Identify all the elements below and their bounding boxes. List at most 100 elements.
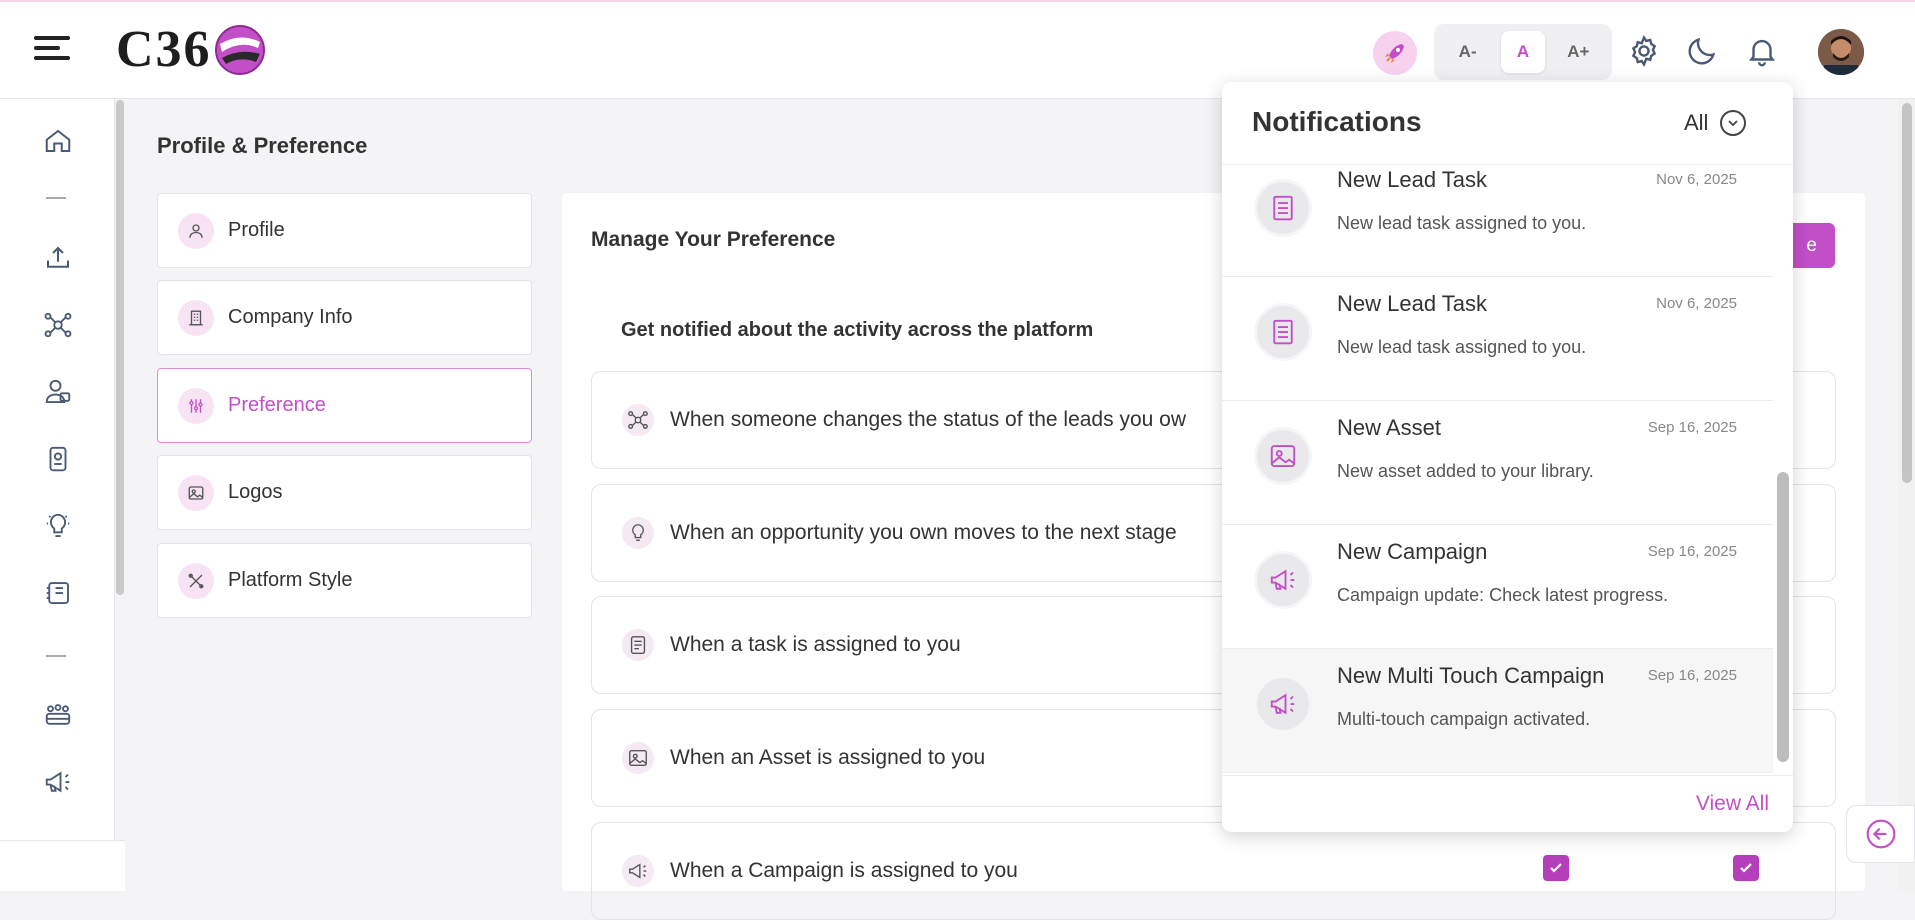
- bulb-icon: [46, 513, 70, 537]
- menu-company-info-label: Company Info: [228, 306, 353, 328]
- nav-home[interactable]: [38, 121, 78, 161]
- notification-item[interactable]: New Asset Sep 16, 2025 New asset added t…: [1222, 401, 1773, 525]
- app-logo[interactable]: C36: [116, 20, 266, 79]
- notification-title: New Campaign: [1337, 539, 1488, 564]
- page-scrollbar-thumb[interactable]: [1902, 103, 1912, 483]
- avatar-image: [1818, 29, 1864, 75]
- image-icon: [178, 474, 214, 511]
- menu-preference[interactable]: Preference: [157, 368, 532, 443]
- nav-divider: [46, 197, 66, 199]
- menu-preference-label: Preference: [228, 394, 326, 416]
- notification-item[interactable]: New Lead Task Nov 6, 2025 New lead task …: [1222, 277, 1773, 401]
- notification-body: New asset added to your library.: [1337, 461, 1594, 481]
- arrow-left-circle-icon: [1866, 819, 1895, 849]
- notifications-title: Notifications: [1252, 106, 1422, 137]
- notification-body: New lead task assigned to you.: [1337, 213, 1587, 233]
- pref-label: When an opportunity you own moves to the…: [670, 521, 1177, 544]
- menu-company-info[interactable]: Company Info: [157, 280, 532, 355]
- image-icon: [622, 742, 654, 774]
- rocket-icon: [1385, 44, 1404, 63]
- tools-icon: [178, 562, 214, 599]
- email-checkbox[interactable]: [1543, 855, 1569, 881]
- nav-ideas[interactable]: [38, 506, 78, 546]
- notification-date: Nov 6, 2025: [1656, 295, 1737, 312]
- notifications-header: Notifications All: [1222, 82, 1793, 165]
- bell-icon[interactable]: [1745, 34, 1779, 68]
- nav-contacts[interactable]: [38, 372, 78, 412]
- pref-label: When a task is assigned to you: [670, 633, 961, 656]
- menu-profile[interactable]: Profile: [157, 193, 532, 268]
- menu-platform-style-label: Platform Style: [228, 569, 353, 591]
- document-icon: [1254, 303, 1312, 361]
- building-icon: [178, 299, 214, 336]
- notifications-footer: View All: [1222, 775, 1793, 832]
- nav-library[interactable]: [38, 573, 78, 613]
- notification-title: New Multi Touch Campaign: [1337, 663, 1605, 688]
- sidebar-footer: [0, 840, 125, 891]
- notification-item[interactable]: New Multi Touch Campaign Sep 16, 2025 Mu…: [1222, 649, 1773, 773]
- notification-body: Multi-touch campaign activated.: [1337, 709, 1591, 729]
- user-avatar[interactable]: [1818, 29, 1864, 75]
- notifications-list: New Lead Task Nov 6, 2025 New lead task …: [1222, 165, 1773, 775]
- notification-body: Campaign update: Check latest progress.: [1337, 585, 1669, 605]
- bulb-icon: [622, 517, 654, 549]
- notification-title: New Lead Task: [1337, 291, 1488, 316]
- nav-team[interactable]: [38, 695, 78, 735]
- filter-label: All: [1684, 110, 1709, 135]
- network-icon: [44, 312, 72, 338]
- menu-logos[interactable]: Logos: [157, 455, 532, 530]
- rocket-button[interactable]: [1373, 31, 1417, 75]
- back-button[interactable]: [1846, 805, 1915, 863]
- gear-icon[interactable]: [1627, 34, 1661, 68]
- nav-campaigns[interactable]: [38, 762, 78, 802]
- inapp-checkbox[interactable]: [1733, 855, 1759, 881]
- section-heading: Get notified about the activity across t…: [621, 319, 1094, 341]
- notifications-dropdown: Notifications All New Lead Task Nov 6, 2…: [1222, 82, 1793, 832]
- notifications-filter[interactable]: All: [1684, 110, 1747, 136]
- nav-divider-2: [46, 655, 66, 657]
- check-icon: [1740, 863, 1752, 873]
- team-icon: [45, 704, 71, 725]
- notifications-scrollbar[interactable]: [1777, 472, 1789, 762]
- left-sidebar: [0, 99, 115, 840]
- font-normal-button[interactable]: A: [1500, 31, 1545, 73]
- nav-accounts[interactable]: [38, 439, 78, 479]
- menu-toggle-icon[interactable]: [34, 36, 70, 66]
- sidebar-scrollbar[interactable]: [116, 100, 124, 595]
- pref-row-campaign: When a Campaign is assigned to you: [591, 822, 1836, 920]
- megaphone-icon: [1254, 675, 1312, 733]
- contacts-icon: [45, 379, 71, 403]
- notification-date: Sep 16, 2025: [1647, 543, 1737, 560]
- panel-title: Manage Your Preference: [591, 228, 836, 251]
- notification-title: New Lead Task: [1337, 167, 1488, 192]
- menu-profile-label: Profile: [228, 219, 285, 241]
- notification-date: Sep 16, 2025: [1647, 667, 1737, 684]
- home-icon: [45, 129, 71, 152]
- moon-icon[interactable]: [1685, 34, 1719, 68]
- pref-label: When someone changes the status of the l…: [670, 408, 1186, 431]
- font-increase-button[interactable]: A+: [1556, 31, 1600, 73]
- notification-date: Nov 6, 2025: [1656, 171, 1737, 188]
- user-icon: [178, 212, 214, 249]
- notification-item[interactable]: New Campaign Sep 16, 2025 Campaign updat…: [1222, 525, 1773, 649]
- upload-icon: [47, 246, 69, 268]
- network-icon: [622, 404, 654, 436]
- notification-item[interactable]: New Lead Task Nov 6, 2025 New lead task …: [1222, 165, 1773, 277]
- menu-logos-label: Logos: [228, 481, 283, 503]
- font-size-switcher: A- A A+: [1434, 24, 1612, 80]
- menu-platform-style[interactable]: Platform Style: [157, 543, 532, 618]
- logo-globe-icon: [214, 24, 265, 75]
- badge-icon: [49, 446, 67, 472]
- nav-network[interactable]: [38, 305, 78, 345]
- document-icon: [1254, 179, 1312, 237]
- page-title: Profile & Preference: [157, 133, 368, 158]
- chevron-down-icon: [1720, 110, 1747, 136]
- notification-body: New lead task assigned to you.: [1337, 337, 1587, 357]
- nav-upload[interactable]: [38, 238, 78, 278]
- view-all-link[interactable]: View All: [1696, 792, 1769, 816]
- catalog-icon: [46, 582, 69, 604]
- pref-label: When an Asset is assigned to you: [670, 746, 986, 769]
- check-icon: [1550, 863, 1562, 873]
- font-decrease-button[interactable]: A-: [1446, 31, 1490, 73]
- sliders-icon: [178, 387, 214, 424]
